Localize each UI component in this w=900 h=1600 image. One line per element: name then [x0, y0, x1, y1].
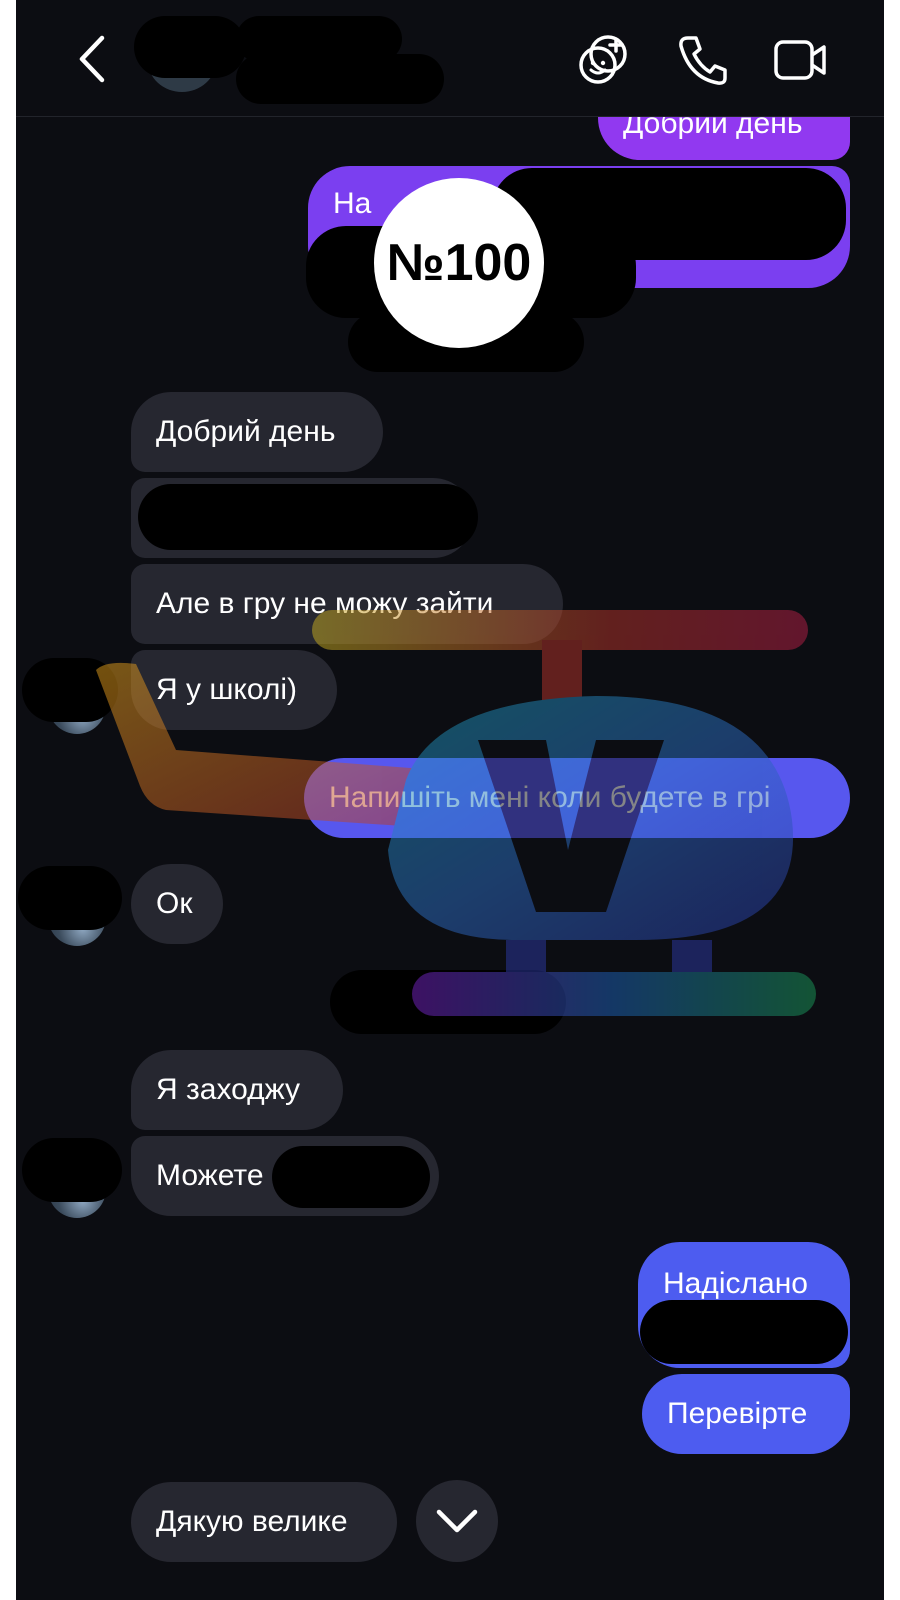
redacted-avatar — [18, 866, 122, 930]
message-text: Я у школі) — [156, 673, 298, 706]
message-text: Добрий день — [156, 415, 336, 448]
audio-call-button[interactable] — [674, 32, 730, 88]
message-text: Напишіть мені коли будете в грі — [329, 781, 771, 814]
phone-icon — [679, 36, 727, 85]
redacted-avatar — [22, 1138, 122, 1202]
back-button[interactable] — [68, 34, 114, 84]
incoming-message[interactable]: Дякую велике — [131, 1482, 397, 1562]
redacted-contact-name — [134, 16, 246, 78]
video-call-button[interactable] — [772, 32, 828, 88]
video-camera-icon — [774, 40, 826, 80]
chevron-down-icon — [436, 1509, 478, 1533]
incoming-message[interactable]: Я заходжу — [131, 1050, 343, 1130]
message-text: Надіслано — [663, 1267, 808, 1300]
chat-screen: Добрий день На №100 Добрий день Але в гр… — [16, 0, 884, 1600]
counter-badge: №100 — [374, 178, 544, 348]
message-text: Можете — [156, 1159, 264, 1192]
message-text: Ок — [156, 887, 193, 920]
message-text: Я заходжу — [156, 1073, 301, 1106]
outgoing-message[interactable]: Перевірте — [642, 1374, 850, 1454]
redacted-contact-status — [236, 54, 444, 104]
redacted-text — [272, 1146, 430, 1208]
outgoing-message[interactable]: Напишіть мені коли будете в грі — [304, 758, 850, 838]
effects-button[interactable] — [576, 32, 632, 88]
incoming-message[interactable]: Я у школі) — [131, 650, 337, 730]
message-text: Але в гру не можу зайти — [156, 587, 494, 620]
redacted-timestamp — [330, 970, 566, 1034]
message-text: Перевірте — [667, 1397, 808, 1430]
chevron-left-icon — [79, 35, 105, 83]
scroll-to-bottom-button[interactable] — [416, 1480, 498, 1562]
message-text: Дякую велике — [156, 1505, 348, 1538]
redacted-avatar — [22, 658, 118, 722]
effects-icon — [579, 35, 627, 84]
redacted-text — [138, 484, 478, 550]
message-text: На — [333, 187, 372, 220]
incoming-message[interactable]: Але в гру не можу зайти — [131, 564, 563, 644]
redacted-text — [640, 1300, 848, 1364]
chat-header — [16, 0, 884, 117]
incoming-message[interactable]: Добрий день — [131, 392, 383, 472]
incoming-message[interactable]: Ок — [131, 864, 223, 944]
